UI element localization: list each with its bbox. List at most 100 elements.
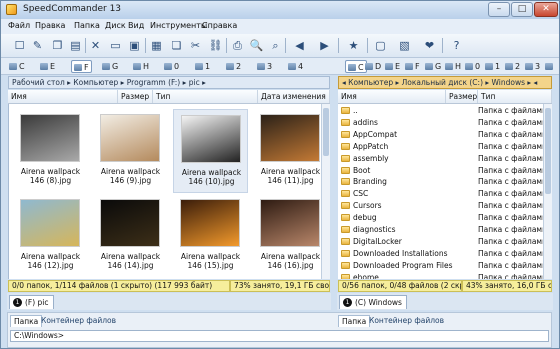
- menu-tools[interactable]: Инструменты: [150, 21, 207, 30]
- file-row[interactable]: DigitalLocker Папка с файлами: [338, 236, 551, 248]
- file-row[interactable]: AppCompat Папка с файлами: [338, 129, 551, 141]
- file-row[interactable]: Cursors Папка с файлами: [338, 200, 551, 212]
- thumbnail-item[interactable]: Airena wallpack 146 (11).jpg: [253, 109, 327, 193]
- file-row[interactable]: addins Папка с файлами: [338, 117, 551, 129]
- left-scrollbar-thumb[interactable]: [323, 108, 329, 156]
- drive-0[interactable]: 0: [465, 60, 480, 73]
- left-container-tab[interactable]: Контейнер файлов: [38, 315, 119, 327]
- col-size[interactable]: Размер: [446, 90, 478, 103]
- drive-1[interactable]: 1: [485, 60, 500, 73]
- file-row[interactable]: .. Папка с файлами: [338, 105, 551, 117]
- maximize-button[interactable]: □: [511, 2, 533, 17]
- menu-edit[interactable]: Правка: [35, 21, 65, 30]
- menu-disk[interactable]: Диск: [105, 21, 126, 30]
- minimize-button[interactable]: –: [488, 2, 510, 17]
- right-breadcrumb[interactable]: ◂ Компьютер ▸ Локальный диск (C:) ▸ Wind…: [338, 76, 552, 89]
- left-breadcrumb[interactable]: Рабочий стол ▸ Компьютер ▸ Programm (F:)…: [8, 76, 330, 89]
- thumbnail-item[interactable]: Airena wallpack 146 (14).jpg: [93, 194, 168, 278]
- drive-e[interactable]: E: [40, 60, 55, 73]
- drive-g[interactable]: G: [425, 60, 441, 73]
- thumbnail-item[interactable]: [173, 276, 248, 279]
- close-button[interactable]: ✕: [534, 2, 558, 17]
- search-icon[interactable]: ⌕: [267, 37, 284, 54]
- tab-right-windows[interactable]: 1 (C) Windows: [339, 295, 407, 309]
- command-line-input[interactable]: C:\Windows>: [10, 330, 549, 342]
- thumbnail-item[interactable]: [253, 276, 327, 279]
- right-scrollbar-thumb[interactable]: [545, 108, 551, 194]
- drive-f[interactable]: F: [405, 60, 420, 73]
- file-row[interactable]: assembly Папка с файлами: [338, 153, 551, 165]
- menu-folder[interactable]: Папка: [74, 21, 100, 30]
- rename-icon[interactable]: ▭: [107, 37, 124, 54]
- file-row[interactable]: Branding Папка с файлами: [338, 176, 551, 188]
- tab-left-pic[interactable]: 1 (F) pic: [9, 295, 54, 309]
- menu-file[interactable]: Файл: [8, 21, 30, 30]
- drive-0[interactable]: 0: [164, 60, 179, 73]
- drive-f[interactable]: F: [71, 60, 92, 73]
- menu-view[interactable]: Вид: [128, 21, 144, 30]
- help-icon[interactable]: ?: [448, 37, 465, 54]
- col-type[interactable]: Тип: [153, 90, 258, 103]
- drive-2[interactable]: 2: [226, 60, 241, 73]
- cut-icon[interactable]: ✂: [187, 37, 204, 54]
- thumbnail-item[interactable]: [13, 276, 88, 279]
- drive-4[interactable]: 4: [288, 60, 303, 73]
- folder-icon[interactable]: ▢: [372, 37, 389, 54]
- terminal-icon[interactable]: ▣: [126, 37, 143, 54]
- copy-icon[interactable]: ❐: [49, 37, 66, 54]
- edit-icon[interactable]: ✎: [29, 37, 46, 54]
- paste-icon[interactable]: ▤: [67, 37, 84, 54]
- col-name[interactable]: Имя: [338, 90, 446, 103]
- forward-icon[interactable]: ▶: [316, 37, 333, 54]
- file-row[interactable]: debug Папка с файлами: [338, 212, 551, 224]
- drive-e[interactable]: E: [385, 60, 400, 73]
- thumbnail-item[interactable]: Airena wallpack 146 (15).jpg: [173, 194, 248, 278]
- drive-h[interactable]: H: [445, 60, 461, 73]
- view-icon[interactable]: 🔍: [248, 37, 265, 54]
- drive-c[interactable]: C: [345, 60, 367, 73]
- right-file-list[interactable]: .. Папка с файлами addins Папка с файлами Ap…: [338, 104, 551, 279]
- thumbnail-item[interactable]: Airena wallpack 146 (16).jpg: [253, 194, 327, 278]
- pack-icon[interactable]: ▦: [148, 37, 165, 54]
- file-row[interactable]: ehome Папка с файлами: [338, 272, 551, 279]
- left-scrollbar[interactable]: [321, 104, 330, 279]
- select-all-icon[interactable]: ☐: [11, 37, 28, 54]
- thumbnail-item[interactable]: Airena wallpack 146 (8).jpg: [13, 109, 88, 193]
- file-row[interactable]: Downloaded Program Files Папка с файлами: [338, 260, 551, 272]
- back-icon[interactable]: ◀: [291, 37, 308, 54]
- tools-icon[interactable]: ❤: [421, 37, 438, 54]
- file-row[interactable]: CSC Папка с файлами: [338, 188, 551, 200]
- drive-c[interactable]: C: [9, 60, 25, 73]
- drive-3[interactable]: 3: [525, 60, 540, 73]
- print-icon[interactable]: ⎙: [229, 37, 246, 54]
- link-icon[interactable]: ⛓: [207, 37, 224, 54]
- delete-icon[interactable]: ✕: [87, 37, 104, 54]
- right-scrollbar[interactable]: [543, 104, 552, 279]
- file-row[interactable]: AppPatch Папка с файлами: [338, 141, 551, 153]
- drive-2[interactable]: 2: [505, 60, 520, 73]
- col-size[interactable]: Размер: [118, 90, 153, 103]
- drive-h[interactable]: H: [133, 60, 149, 73]
- drive-d[interactable]: D: [365, 60, 381, 73]
- right-container-tab[interactable]: Контейнер файлов: [366, 315, 447, 327]
- col-name[interactable]: Имя: [8, 90, 118, 103]
- drive-1[interactable]: 1: [195, 60, 210, 73]
- col-type[interactable]: Тип: [478, 90, 552, 103]
- thumbnail-item[interactable]: Airena wallpack 146 (10).jpg: [173, 109, 248, 193]
- file-row[interactable]: Downloaded Installations Папка с файлами: [338, 248, 551, 260]
- edit-folder-icon[interactable]: ▧: [396, 37, 413, 54]
- left-thumbnail-panel[interactable]: Airena wallpack 146 (8).jpg Airena wallpa…: [8, 104, 327, 279]
- col-date[interactable]: Дата изменения: [258, 90, 330, 103]
- drive-4[interactable]: 4: [545, 60, 559, 84]
- menu-help[interactable]: Справка: [202, 21, 237, 30]
- drive-3[interactable]: 3: [257, 60, 272, 73]
- file-row[interactable]: diagnostics Папка с файлами: [338, 224, 551, 236]
- thumbnail-item[interactable]: [93, 276, 168, 279]
- favorites-icon[interactable]: ★: [345, 37, 362, 54]
- copy-file-icon[interactable]: ❏: [168, 37, 185, 54]
- thumbnail-item[interactable]: Airena wallpack 146 (9).jpg: [93, 109, 168, 193]
- file-row[interactable]: Boot Папка с файлами: [338, 165, 551, 177]
- drive-g[interactable]: G: [102, 60, 118, 73]
- thumbnail-item[interactable]: Airena wallpack 146 (12).jpg: [13, 194, 88, 278]
- title-bar[interactable]: SpeedCommander 13 – □ ✕: [1, 1, 559, 19]
